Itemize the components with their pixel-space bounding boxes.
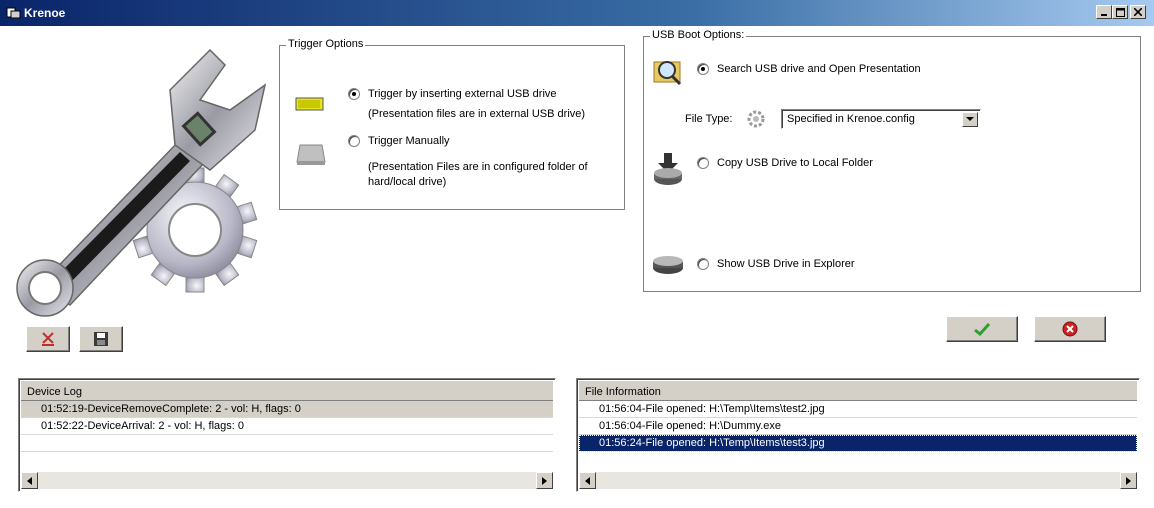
cancel-icon: [1062, 321, 1078, 337]
scroll-right-button[interactable]: [1120, 472, 1137, 489]
device-log-header[interactable]: Device Log: [21, 381, 553, 401]
usb-drive-icon: [295, 97, 324, 111]
device-log-scrollbar[interactable]: [21, 472, 553, 489]
maximize-icon: [1115, 7, 1125, 17]
minimize-button[interactable]: [1096, 5, 1112, 19]
usb-search-option[interactable]: Search USB drive and Open Presentation: [697, 63, 921, 75]
file-information-scrollbar[interactable]: [579, 472, 1137, 489]
usb-copy-option[interactable]: Copy USB Drive to Local Folder: [697, 157, 873, 169]
ok-check-icon: [974, 322, 990, 336]
clear-button[interactable]: [26, 326, 70, 352]
gear-small-icon: [747, 110, 765, 128]
save-icon: [94, 332, 108, 346]
arrow-right-icon: [542, 476, 547, 485]
cancel-button[interactable]: [1034, 316, 1106, 342]
drive-icon: [653, 256, 683, 274]
scroll-right-button[interactable]: [536, 472, 553, 489]
trigger-manual-note-line2: hard/local drive): [368, 176, 447, 188]
usb-copy-radio[interactable]: [697, 157, 709, 169]
trigger-manual-label: Trigger Manually: [368, 135, 450, 147]
save-button[interactable]: [79, 326, 123, 352]
usb-search-radio[interactable]: [697, 63, 709, 75]
usb-explorer-option[interactable]: Show USB Drive in Explorer: [697, 258, 855, 270]
usb-copy-label: Copy USB Drive to Local Folder: [717, 157, 873, 169]
clear-icon: [42, 332, 54, 346]
download-drive-icon: [654, 153, 682, 185]
trigger-usb-radio[interactable]: [348, 88, 360, 100]
table-row[interactable]: 01:52:22-DeviceArrival: 2 - vol: H, flag…: [21, 418, 553, 435]
arrow-left-icon: [27, 476, 32, 485]
table-row[interactable]: 01:56:04-File opened: H:\Dummy.exe: [579, 418, 1137, 435]
usb-explorer-label: Show USB Drive in Explorer: [717, 258, 855, 270]
trigger-options-title: Trigger Options: [286, 38, 366, 50]
usb-search-label: Search USB drive and Open Presentation: [717, 63, 921, 75]
file-information-header[interactable]: File Information: [579, 381, 1137, 401]
scroll-left-button[interactable]: [21, 472, 38, 489]
hard-drive-icon: [296, 144, 326, 165]
file-type-select[interactable]: Specified in Krenoe.config: [781, 109, 981, 129]
file-type-label: File Type:: [685, 113, 733, 125]
ok-button[interactable]: [946, 316, 1018, 342]
close-icon: [1134, 8, 1142, 16]
trigger-usb-option[interactable]: Trigger by inserting external USB drive: [348, 88, 557, 100]
table-row-selected[interactable]: 01:56:24-File opened: H:\Temp\Items\test…: [579, 435, 1137, 452]
wrench-gear-graphic: [16, 48, 267, 317]
trigger-manual-note: (Presentation Files are in configured fo…: [368, 160, 588, 190]
usb-explorer-radio[interactable]: [697, 258, 709, 270]
trigger-manual-note-line1: (Presentation Files are in configured fo…: [368, 161, 588, 173]
arrow-left-icon: [585, 476, 590, 485]
arrow-right-icon: [1126, 476, 1131, 485]
trigger-manual-radio[interactable]: [348, 135, 360, 147]
title-bar[interactable]: Krenoe: [0, 0, 1154, 26]
trigger-manual-option[interactable]: Trigger Manually: [348, 135, 450, 147]
search-folder-icon: [653, 61, 682, 86]
trigger-usb-label: Trigger by inserting external USB drive: [368, 88, 557, 100]
table-row[interactable]: 01:56:04-File opened: H:\Temp\Items\test…: [579, 401, 1137, 418]
krenoe-app-icon: [6, 7, 21, 19]
usb-boot-options-title: USB Boot Options:: [650, 29, 747, 41]
chevron-down-icon[interactable]: [962, 112, 978, 127]
empty-row: [21, 435, 553, 452]
device-log-list[interactable]: Device Log 01:52:19-DeviceRemoveComplete…: [18, 378, 556, 492]
file-information-list[interactable]: File Information 01:56:04-File opened: H…: [576, 378, 1140, 492]
minimize-icon: [1101, 14, 1107, 16]
file-type-value: Specified in Krenoe.config: [787, 113, 915, 125]
scroll-left-button[interactable]: [579, 472, 596, 489]
table-row[interactable]: 01:52:19-DeviceRemoveComplete: 2 - vol: …: [21, 401, 553, 418]
close-button[interactable]: [1130, 5, 1146, 19]
maximize-button[interactable]: [1112, 5, 1128, 19]
window-title: Krenoe: [24, 6, 66, 20]
trigger-usb-note: (Presentation files are in external USB …: [368, 108, 586, 120]
